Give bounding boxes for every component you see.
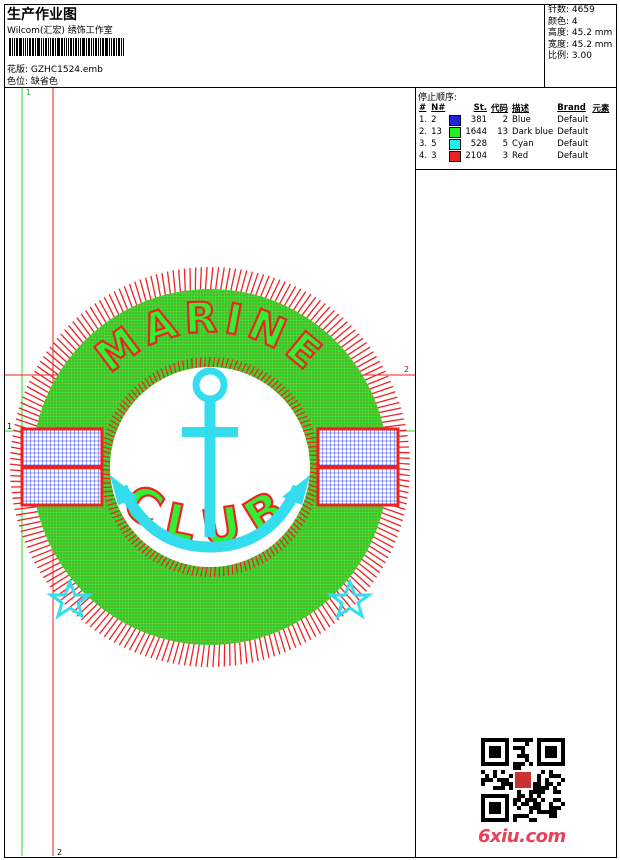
- cell-num: 4.: [419, 151, 428, 161]
- cell-brand: Default: [557, 127, 589, 137]
- cell-code: 3: [502, 151, 509, 161]
- cell-element: [590, 150, 611, 162]
- color-swatch: [449, 114, 462, 126]
- color-label: 色位:: [7, 77, 29, 87]
- cell-code: 5: [502, 139, 509, 149]
- color-count: 颜色: 4: [548, 16, 578, 27]
- cell-desc: Blue: [512, 115, 531, 125]
- cell-stitches: 528: [470, 139, 488, 149]
- stats-divider: [544, 4, 545, 87]
- guide-label-v2: 2: [57, 848, 62, 856]
- color-table: # N# St. 代码 描述 Brand 元素 1. 2 381 2 Blue Defau…: [417, 102, 611, 162]
- color-table-row: 2. 13 1644 13 Dark blue Default: [417, 126, 611, 138]
- page-title: 生产作业图: [7, 7, 77, 23]
- guide-label-h1: 1: [7, 422, 12, 431]
- stitch-count: 针数: 4659: [548, 5, 595, 15]
- embroidery-design: 1 2 2 1 MARINE CLUB: [5, 88, 415, 856]
- design-scale: 比例: 3.00: [548, 51, 592, 61]
- cell-element: [590, 114, 611, 126]
- guide-label-v1: 1: [26, 88, 31, 97]
- col-desc: 描述: [512, 104, 530, 114]
- cell-stitches: 1644: [465, 127, 488, 137]
- cell-code: 13: [497, 127, 509, 137]
- col-code: 代码: [491, 104, 509, 114]
- cell-swatch: [447, 150, 463, 162]
- color-position: 色位: 缺省色: [7, 74, 58, 87]
- cell-num: 2.: [419, 127, 428, 137]
- barcode: [9, 38, 149, 56]
- cell-needle: 2: [431, 115, 437, 125]
- color-value: 缺省色: [30, 77, 58, 87]
- cell-element: [590, 138, 611, 150]
- watermark: 6xiu.com: [478, 826, 566, 847]
- color-table-row: 4. 3 2104 3 Red Default: [417, 150, 611, 162]
- cell-swatch: [447, 126, 463, 138]
- design-stats: 针数: 4659 颜色: 4 高度: 45.2 mm 宽度: 45.2 mm 比…: [548, 5, 612, 63]
- cell-brand: Default: [557, 151, 589, 161]
- cell-brand: Default: [557, 139, 589, 149]
- col-swatch: [447, 102, 463, 114]
- cell-desc: Dark blue: [512, 127, 554, 137]
- qr-code: [481, 738, 565, 822]
- cell-needle: 3: [431, 151, 437, 161]
- cell-num: 1.: [419, 115, 428, 125]
- side-panel-divider: [415, 87, 416, 858]
- guide-label-h2: 2: [404, 365, 409, 374]
- company-name: Wilcom(汇宏) 绣饰工作室: [7, 26, 113, 36]
- color-table-row: 1. 2 381 2 Blue Default: [417, 114, 611, 126]
- cell-element: [590, 126, 611, 138]
- cell-swatch: [447, 114, 463, 126]
- cell-num: 3.: [419, 139, 428, 149]
- cell-desc: Red: [512, 151, 529, 161]
- design-height: 高度: 45.2 mm: [548, 28, 613, 38]
- cell-swatch: [447, 138, 463, 150]
- cell-needle: 5: [431, 139, 437, 149]
- cell-brand: Default: [557, 115, 589, 125]
- cell-code: 2: [502, 115, 509, 125]
- col-needle: N#: [431, 103, 446, 113]
- cell-needle: 13: [431, 127, 442, 137]
- col-num: #: [419, 103, 427, 113]
- color-swatch: [449, 126, 462, 138]
- color-table-row: 3. 5 528 5 Cyan Default: [417, 138, 611, 150]
- col-element: 元素: [592, 104, 610, 114]
- color-swatch: [449, 150, 462, 162]
- col-brand: Brand: [557, 103, 586, 113]
- design-width: 宽度: 45.2 mm: [548, 39, 613, 50]
- table-divider: [415, 169, 617, 170]
- color-swatch: [449, 138, 462, 150]
- cell-desc: Cyan: [512, 139, 534, 149]
- cell-stitches: 2104: [465, 151, 488, 161]
- col-stitches: St.: [473, 103, 488, 113]
- marine-club-emblem: MARINE CLUB: [9, 266, 411, 668]
- color-table-header: # N# St. 代码 描述 Brand 元素: [417, 102, 611, 114]
- cell-stitches: 381: [470, 115, 488, 125]
